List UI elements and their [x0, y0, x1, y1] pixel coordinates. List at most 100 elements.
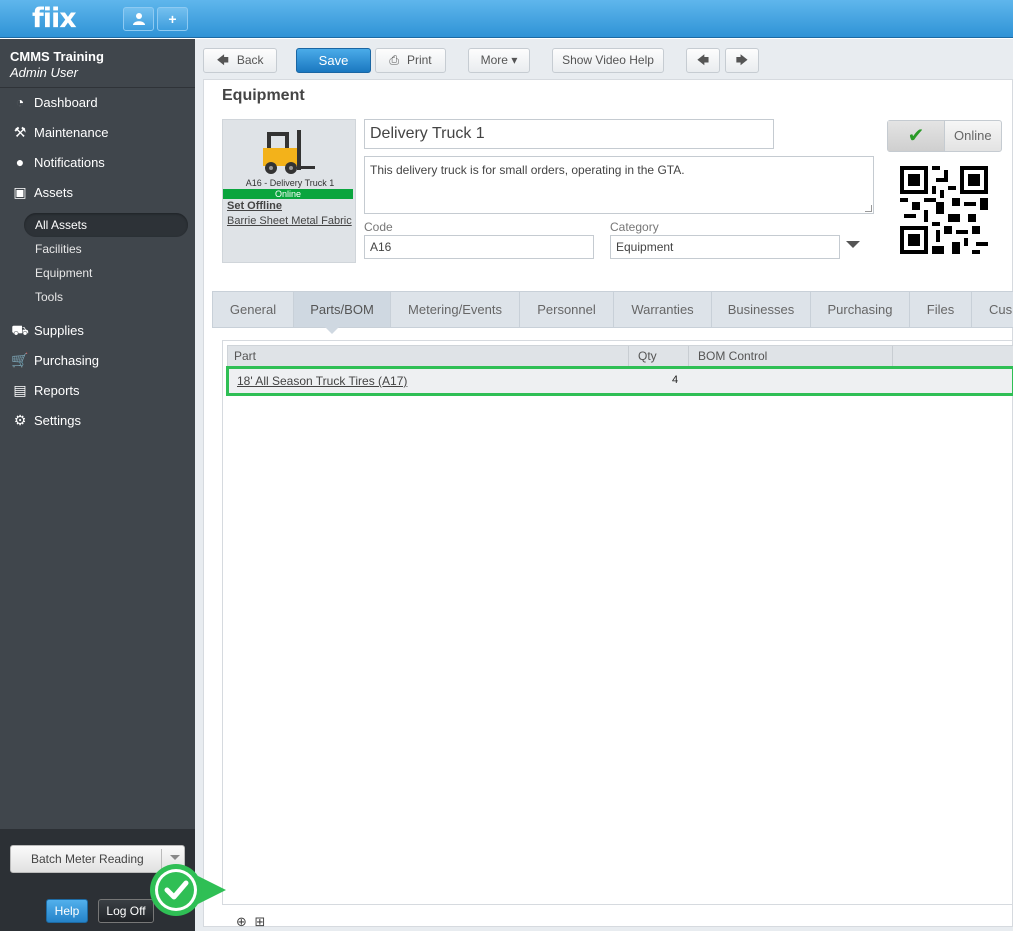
nav-purchasing[interactable]: 🛒 Purchasing — [10, 349, 99, 371]
chevron-down-icon[interactable] — [170, 855, 180, 860]
code-label: Code — [364, 220, 393, 234]
main-content: 🡄 Back Save ⎙ Print More ▾ Show Video Help… — [195, 39, 1013, 931]
nav-settings-label: Settings — [34, 413, 81, 428]
column-header-part[interactable]: Part — [228, 346, 629, 366]
set-offline-link[interactable]: Set Offline — [227, 200, 282, 212]
sidebar-item-equipment[interactable]: Equipment — [24, 261, 188, 285]
print-icon: ⎙ — [389, 53, 399, 67]
checkmark-icon: ✔ — [888, 121, 945, 151]
more-button[interactable]: More ▾ — [468, 48, 530, 73]
code-field[interactable]: A16 — [364, 235, 594, 259]
tab-personnel[interactable]: Personnel — [520, 292, 614, 327]
nav-supplies[interactable]: ⛟ Supplies — [10, 319, 84, 341]
nav-purchasing-label: Purchasing — [34, 353, 100, 368]
truck-icon: ⛟ — [11, 322, 29, 338]
nav-assets-label: Assets — [34, 185, 74, 200]
nav-dashboard-label: Dashboard — [34, 95, 98, 110]
location-link[interactable]: Barrie Sheet Metal Fabric — [227, 215, 352, 227]
nav-assets[interactable]: ▣ Assets — [10, 181, 73, 203]
chevron-down-icon[interactable] — [846, 241, 860, 248]
print-label: Print — [406, 53, 432, 67]
more-label: More — [480, 53, 508, 67]
qr-code-icon — [900, 166, 988, 254]
sidebar-item-all-assets[interactable]: All Assets — [24, 213, 188, 237]
grid-header: Part Qty BOM Control — [227, 345, 1013, 367]
nav-settings[interactable]: ⚙ Settings — [10, 409, 81, 431]
arrow-left-icon: 🡄 — [216, 53, 229, 67]
qty-cell: 4 — [672, 374, 679, 386]
gear-icon: ⚙ — [13, 412, 27, 428]
nav-maintenance-label: Maintenance — [34, 125, 109, 140]
sidebar: CMMS Training Admin User ◔ Dashboard ⚒ Mai… — [0, 39, 195, 931]
grid-actions: ⊕ ⊞ — [236, 914, 265, 930]
cart-icon: 🛒 — [11, 352, 29, 368]
help-button[interactable]: Help — [46, 899, 88, 923]
page-title: Equipment — [222, 87, 305, 104]
category-field[interactable]: Equipment — [610, 235, 840, 259]
user-icon — [132, 13, 145, 25]
online-toggle[interactable]: ✔ Online — [887, 120, 1002, 152]
tab-purchasing[interactable]: Purchasing — [811, 292, 910, 327]
sidebar-item-tools[interactable]: Tools — [24, 285, 188, 309]
online-label: Online — [954, 128, 992, 143]
add-button[interactable]: + — [157, 7, 188, 31]
column-header-bom-control[interactable]: BOM Control — [689, 346, 893, 366]
resize-handle[interactable] — [865, 205, 872, 212]
status-badge: Online — [223, 189, 353, 199]
batch-meter-reading-label: Batch Meter Reading — [31, 852, 144, 866]
arrow-left-icon: 🡄 — [696, 53, 710, 67]
top-bar: fiix + — [0, 0, 1013, 38]
nav-notifications-label: Notifications — [34, 155, 105, 170]
wrench-icon: ⚒ — [13, 124, 27, 140]
dashboard-icon: ◔ — [15, 94, 25, 110]
user-name: Admin User — [10, 65, 78, 80]
fiix-logo[interactable]: fiix — [32, 3, 77, 34]
tab-bar: General Parts/BOM Metering/Events Person… — [212, 291, 1013, 328]
nav-supplies-label: Supplies — [34, 323, 84, 338]
equipment-panel: Equipment A16 - Delivery Truck 1 Online … — [203, 79, 1013, 930]
tab-parts-bom[interactable]: Parts/BOM — [294, 292, 391, 327]
parts-grid: Part Qty BOM Control 18' All Season Truc… — [222, 340, 1013, 905]
box-icon: ▣ — [13, 184, 27, 200]
tab-files[interactable]: Files — [910, 292, 972, 327]
tab-custom[interactable]: Cus — [972, 292, 1013, 327]
arrow-right-icon: 🡆 — [735, 53, 749, 67]
forklift-icon[interactable] — [261, 124, 317, 176]
back-label: Back — [236, 53, 264, 67]
print-button[interactable]: ⎙ Print — [375, 48, 446, 73]
sidebar-item-facilities[interactable]: Facilities — [24, 237, 188, 261]
column-header-qty[interactable]: Qty — [629, 346, 689, 366]
chevron-down-icon: ▾ — [511, 53, 518, 67]
tab-general[interactable]: General — [213, 292, 294, 327]
nav-reports[interactable]: ▤ Reports — [10, 379, 80, 401]
previous-record-button[interactable]: 🡄 — [686, 48, 720, 73]
chart-icon: ▤ — [13, 382, 27, 398]
speech-bubble-icon: ● — [15, 154, 25, 170]
active-tab-pointer — [325, 327, 339, 334]
back-button[interactable]: 🡄 Back — [203, 48, 277, 73]
table-row[interactable]: 18' All Season Truck Tires (A17) 4 — [226, 366, 1013, 396]
save-button[interactable]: Save — [296, 48, 371, 73]
show-video-help-button[interactable]: Show Video Help — [552, 48, 664, 73]
asset-name-field[interactable]: Delivery Truck 1 — [364, 119, 774, 149]
asset-caption: A16 - Delivery Truck 1 — [245, 178, 335, 188]
tab-warranties[interactable]: Warranties — [614, 292, 712, 327]
sidebar-divider — [0, 87, 195, 88]
tab-businesses[interactable]: Businesses — [712, 292, 811, 327]
company-name: CMMS Training — [10, 49, 104, 64]
asset-card: A16 - Delivery Truck 1 Online Set Offlin… — [222, 119, 356, 263]
nav-dashboard[interactable]: ◔ Dashboard — [10, 91, 98, 113]
nav-notifications[interactable]: ● Notifications — [10, 151, 105, 173]
nav-reports-label: Reports — [34, 383, 80, 398]
description-field[interactable]: This delivery truck is for small orders,… — [364, 156, 874, 214]
category-label: Category — [610, 220, 659, 234]
add-multiple-parts-icon[interactable]: ⊞ — [255, 914, 266, 929]
next-record-button[interactable]: 🡆 — [725, 48, 759, 73]
part-link[interactable]: 18' All Season Truck Tires (A17) — [237, 374, 407, 388]
nav-maintenance[interactable]: ⚒ Maintenance — [10, 121, 109, 143]
add-part-icon[interactable]: ⊕ — [236, 914, 247, 929]
log-off-button[interactable]: Log Off — [98, 899, 154, 923]
user-button[interactable] — [123, 7, 154, 31]
tab-metering-events[interactable]: Metering/Events — [391, 292, 520, 327]
company-info: CMMS Training Admin User — [10, 49, 104, 80]
